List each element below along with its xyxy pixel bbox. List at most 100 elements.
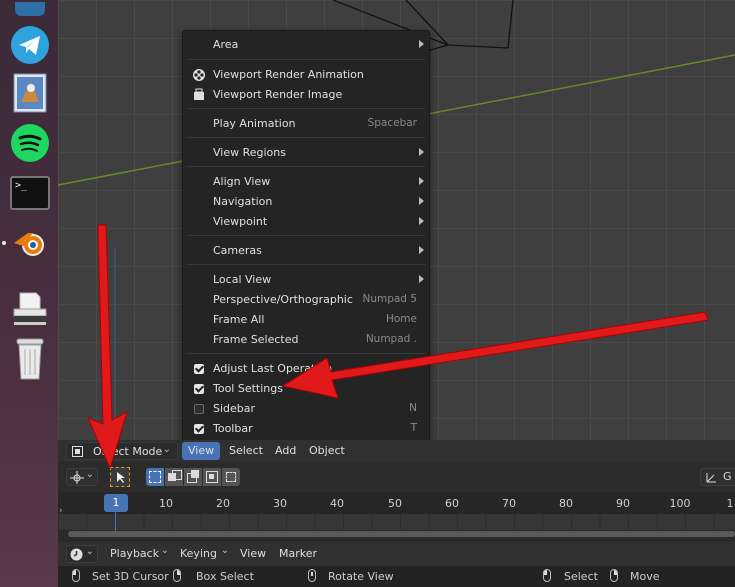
select-intersect-icon[interactable]	[222, 468, 240, 486]
menu-item-area[interactable]: Area	[183, 35, 429, 55]
menu-item-label: Toolbar	[213, 422, 253, 435]
menu-item-view-regions[interactable]: View Regions	[183, 143, 429, 163]
select-tool-button[interactable]	[110, 467, 130, 487]
mode-selector[interactable]: Object Mode ⌄	[66, 442, 178, 460]
blender-icon[interactable]	[9, 222, 51, 264]
menu-separator	[187, 59, 425, 60]
app-icon-partial[interactable]	[9, 0, 51, 18]
view-menu: Area Viewport Render Animation Viewport Re…	[182, 30, 430, 440]
menu-item-label: Tool Settings	[213, 382, 283, 395]
menu-item-play-animation[interactable]: Play Animation Spacebar	[183, 114, 429, 134]
menu-item-shortcut: T	[410, 422, 417, 434]
menu-checkbox[interactable]	[194, 384, 204, 394]
select-new-icon[interactable]	[146, 468, 164, 486]
menu-item-viewport-render-animation[interactable]: Viewport Render Animation	[183, 65, 429, 85]
menu-item-label: Local View	[213, 273, 272, 286]
menu-item-toolbar[interactable]: Toolbar T	[183, 419, 429, 439]
menu-item-frame-selected[interactable]: Frame Selected Numpad .	[183, 330, 429, 350]
chevron-right-icon[interactable]: ›	[59, 506, 63, 516]
submenu-arrow-icon	[419, 275, 424, 283]
trash-icon[interactable]	[9, 338, 51, 380]
transform-orientation-dropdown[interactable]: G	[700, 468, 735, 486]
menu-item-label: Viewpoint	[213, 215, 268, 228]
mouse-left-icon	[72, 569, 80, 582]
menu-item-label: Align View	[213, 175, 271, 188]
menu-item-frame-all[interactable]: Frame All Home	[183, 310, 429, 330]
menu-item-shortcut: Numpad 5	[362, 293, 417, 305]
mouse-right-icon	[610, 569, 618, 582]
status-select: Select	[564, 570, 598, 583]
playback-label: Playback	[110, 547, 160, 560]
menu-item-local-view[interactable]: Local View	[183, 270, 429, 290]
playback-menu[interactable]: Playback ⌄	[104, 545, 172, 563]
menu-item-perspective-orthographic[interactable]: Perspective/Orthographic Numpad 5	[183, 290, 429, 310]
mouse-middle-icon	[308, 569, 316, 582]
menu-separator	[187, 235, 425, 236]
terminal-icon[interactable]: >_	[9, 172, 51, 214]
transform-pivot-dropdown[interactable]: ⌄	[66, 468, 98, 486]
menu-checkbox[interactable]	[194, 424, 204, 434]
menu-separator	[187, 108, 425, 109]
select-subtract-icon[interactable]	[184, 468, 202, 486]
marker-menu[interactable]: Marker	[273, 545, 323, 563]
chevron-down-icon: ⌄	[162, 444, 171, 455]
timeline[interactable]: 1 10 20 30 40 50 60 70 80 90 100 1 ›	[58, 492, 735, 542]
menu-checkbox[interactable]	[194, 404, 204, 414]
chevron-down-icon: ⌄	[160, 545, 169, 556]
menu-item-align-view[interactable]: Align View	[183, 172, 429, 192]
chevron-down-icon: ⌄	[220, 545, 229, 556]
spotify-icon[interactable]	[9, 122, 51, 164]
current-frame-indicator[interactable]: 1	[104, 494, 128, 512]
menu-item-label: Viewport Render Image	[213, 88, 343, 101]
frame-ruler[interactable]: 1 10 20 30 40 50 60 70 80 90 100 1	[58, 492, 735, 514]
viewport-header: Object Mode ⌄ View Select Add Object	[58, 440, 735, 462]
timeline-track[interactable]	[58, 514, 735, 530]
telegram-icon[interactable]	[9, 24, 51, 66]
frame-tick-label: 80	[559, 497, 573, 510]
menu-separator	[187, 264, 425, 265]
menu-add[interactable]: Add	[269, 442, 302, 460]
menu-item-viewport-render-image[interactable]: Viewport Render Image	[183, 85, 429, 105]
menu-item-cameras[interactable]: Cameras	[183, 241, 429, 261]
menu-view[interactable]: View	[182, 442, 221, 460]
menu-item-sidebar[interactable]: Sidebar N	[183, 399, 429, 419]
timeline-view-menu[interactable]: View	[234, 545, 272, 563]
menu-item-shortcut: Home	[385, 313, 417, 325]
film-icon	[192, 68, 206, 82]
editor-type-dropdown[interactable]: ⌄	[66, 545, 98, 563]
timeline-header: ⌄ Playback ⌄ Keying ⌄ View Marker	[58, 542, 735, 566]
mail-icon[interactable]	[9, 72, 51, 114]
frame-tick-label: 60	[445, 497, 459, 510]
3d-viewport[interactable]: Area Viewport Render Animation Viewport Re…	[58, 0, 735, 440]
timeline-scrollbar[interactable]	[68, 531, 735, 537]
chevron-down-icon: ⌄	[85, 469, 94, 480]
pivot-icon	[70, 471, 84, 484]
submenu-arrow-icon	[419, 148, 424, 156]
menu-item-adjust-last-operation[interactable]: Adjust Last Operation	[183, 359, 429, 379]
mouse-right-icon	[173, 569, 181, 582]
orientation-label: G	[723, 470, 732, 483]
menu-item-label: Cameras	[213, 244, 262, 257]
select-difference-icon[interactable]	[203, 468, 221, 486]
menu-checkbox[interactable]	[194, 364, 204, 374]
frame-tick-label: 20	[216, 497, 230, 510]
menu-item-tool-settings[interactable]: Tool Settings	[183, 379, 429, 399]
menu-item-navigation[interactable]: Navigation	[183, 192, 429, 212]
submenu-arrow-icon	[419, 246, 424, 254]
mode-label: Object Mode	[93, 445, 163, 458]
menu-select[interactable]: Select	[223, 442, 269, 460]
frame-tick-label: 40	[330, 497, 344, 510]
select-extend-icon[interactable]	[165, 468, 183, 486]
frame-tick-label: 1	[726, 497, 734, 510]
menu-item-label: Sidebar	[213, 402, 256, 415]
submenu-arrow-icon	[419, 197, 424, 205]
submenu-arrow-icon	[419, 177, 424, 185]
status-rotate-view: Rotate View	[328, 570, 394, 583]
menu-item-label: Adjust Last Operation	[213, 362, 333, 375]
keying-menu[interactable]: Keying ⌄	[174, 545, 232, 563]
submenu-arrow-icon	[419, 217, 424, 225]
menu-item-viewpoint[interactable]: Viewpoint	[183, 212, 429, 232]
menu-object[interactable]: Object	[303, 442, 351, 460]
scanner-icon[interactable]	[9, 288, 51, 330]
clock-icon	[70, 548, 83, 561]
